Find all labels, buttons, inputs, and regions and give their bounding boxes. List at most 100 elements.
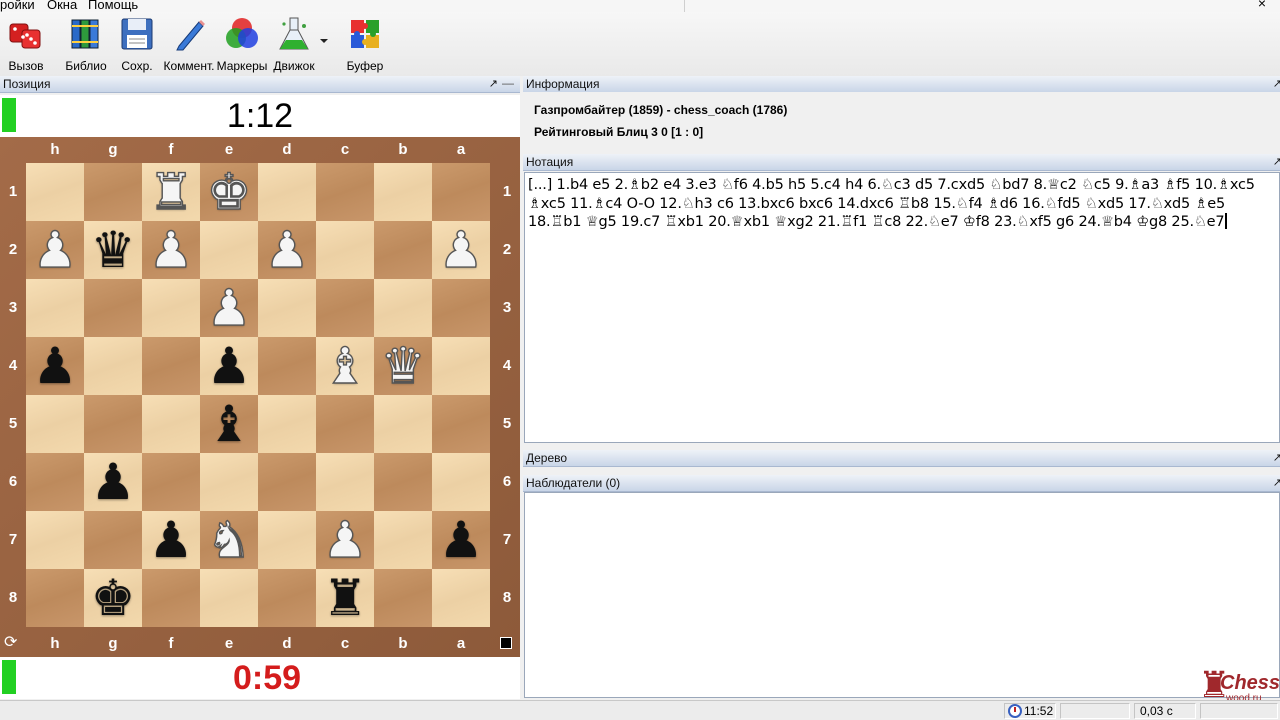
opponent-clock-bar: 1:12 [0,95,520,137]
engine-dropdown-arrow-icon[interactable] [320,39,328,43]
square-d1[interactable] [258,163,316,221]
black-pawn-piece-icon[interactable]: ♟ [200,337,258,395]
tree-panel-title: Дерево [526,451,568,465]
menu-settings[interactable]: ройки [0,0,35,12]
square-f3[interactable] [142,279,200,337]
black-queen-piece-icon[interactable]: ♛ [84,221,142,279]
pin-icon[interactable]: ↗ [1273,450,1280,466]
black-pawn-piece-icon[interactable]: ♟ [142,511,200,569]
square-h8[interactable] [26,569,84,627]
pin-icon[interactable]: ↗ [1273,76,1280,92]
square-e8[interactable] [200,569,258,627]
tree-panel-header[interactable]: Дерево ↗ [523,450,1280,467]
square-g3[interactable] [84,279,142,337]
square-f8[interactable] [142,569,200,627]
status-lag: 0,03 с [1134,703,1196,719]
square-c6[interactable] [316,453,374,511]
square-a5[interactable] [432,395,490,453]
comment-button[interactable]: Коммент. [163,16,215,74]
square-f4[interactable] [142,337,200,395]
square-e2[interactable] [200,221,258,279]
square-a4[interactable] [432,337,490,395]
opponent-clock: 1:12 [226,97,294,135]
black-pawn-piece-icon[interactable]: ♟ [84,453,142,511]
square-b3[interactable] [374,279,432,337]
file-label-c: c [340,141,350,158]
watchers-list[interactable] [524,492,1280,698]
save-button[interactable]: Сохр. [117,16,157,74]
square-h7[interactable] [26,511,84,569]
menu-windows[interactable]: Окна [47,0,77,12]
minimize-icon[interactable]: — [502,75,514,91]
white-pawn-piece-icon[interactable]: ♟ [142,220,200,279]
black-rook-piece-icon[interactable]: ♜ [316,569,374,627]
black-king-piece-icon[interactable]: ♚ [84,569,142,627]
square-b6[interactable] [374,453,432,511]
notation-panel[interactable]: [...] 1.b4 e5 2.♗b2 e4 3.e3 ♘f6 4.b5 h5 … [524,172,1280,443]
watchers-panel-title: Наблюдатели (0) [526,476,621,490]
logo-text: Chess [1220,672,1280,694]
square-g1[interactable] [84,163,142,221]
pin-icon[interactable]: ↗ [489,76,498,92]
square-b5[interactable] [374,395,432,453]
black-pawn-piece-icon[interactable]: ♟ [432,511,490,569]
square-g5[interactable] [84,395,142,453]
square-b8[interactable] [374,569,432,627]
square-a6[interactable] [432,453,490,511]
file-label-g: g [108,141,118,158]
white-pawn-piece-icon[interactable]: ♟ [258,220,316,279]
square-a8[interactable] [432,569,490,627]
rank-label-7: 7 [502,531,512,548]
black-bishop-piece-icon[interactable]: ♝ [200,395,258,453]
white-pawn-piece-icon[interactable]: ♟ [200,278,258,337]
white-knight-piece-icon[interactable]: ♞ [200,510,258,569]
square-b1[interactable] [374,163,432,221]
square-a1[interactable] [432,163,490,221]
file-label-d: d [282,635,292,652]
pin-icon[interactable]: ↗ [1273,154,1280,170]
pin-icon[interactable]: ↗ [1273,475,1280,491]
square-h3[interactable] [26,279,84,337]
square-d3[interactable] [258,279,316,337]
square-f5[interactable] [142,395,200,453]
flip-board-icon[interactable]: ⟳ [4,635,20,651]
square-d5[interactable] [258,395,316,453]
white-rook-piece-icon[interactable]: ♜ [142,162,200,221]
white-queen-piece-icon[interactable]: ♛ [374,336,432,395]
square-e6[interactable] [200,453,258,511]
white-pawn-piece-icon[interactable]: ♟ [432,220,490,279]
square-d4[interactable] [258,337,316,395]
clipboard-button[interactable]: Буфер [342,16,388,74]
library-button[interactable]: Библио [64,16,108,74]
square-g4[interactable] [84,337,142,395]
square-h1[interactable] [26,163,84,221]
white-pawn-piece-icon[interactable]: ♟ [26,220,84,279]
square-h6[interactable] [26,453,84,511]
square-c1[interactable] [316,163,374,221]
challenge-button[interactable]: Вызов [4,16,48,74]
square-c3[interactable] [316,279,374,337]
white-bishop-piece-icon[interactable]: ♝ [316,336,374,395]
menu-help[interactable]: Помощь [88,0,138,12]
square-b2[interactable] [374,221,432,279]
square-b7[interactable] [374,511,432,569]
white-pawn-piece-icon[interactable]: ♟ [316,510,374,569]
engine-button[interactable]: Движок [270,16,318,74]
square-d8[interactable] [258,569,316,627]
square-g7[interactable] [84,511,142,569]
square-d7[interactable] [258,511,316,569]
save-label: Сохр. [121,59,153,73]
square-c2[interactable] [316,221,374,279]
black-pawn-piece-icon[interactable]: ♟ [26,337,84,395]
square-d6[interactable] [258,453,316,511]
square-c5[interactable] [316,395,374,453]
chess-board[interactable]: h h g g f f e e d d c c b b a a 1 1 2 2 3 3 4 4 5 5 6 6 7 7 8 8 ♜ ♚ ♟ ♛ ♟ ♟ ♟ ♟… [0,137,520,657]
square-f6[interactable] [142,453,200,511]
puzzle-icon [347,16,383,52]
move-list[interactable]: [...] 1.b4 e5 2.♗b2 e4 3.e3 ♘f6 4.b5 h5 … [528,176,1280,441]
square-a3[interactable] [432,279,490,337]
square-h5[interactable] [26,395,84,453]
markers-button[interactable]: Маркеры [216,16,268,74]
close-icon[interactable]: × [1258,0,1266,11]
white-king-piece-icon[interactable]: ♚ [200,162,258,221]
